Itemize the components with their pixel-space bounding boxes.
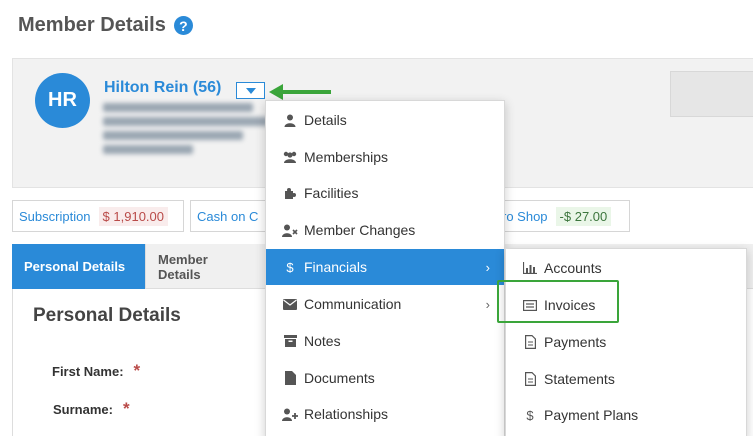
help-icon[interactable]: ? — [173, 16, 193, 35]
submenu-item-label: Payments — [544, 334, 607, 350]
cash-summary[interactable]: Cash on C — [190, 200, 270, 232]
menu-item-details[interactable]: Details — [266, 102, 504, 138]
chevron-right-icon: › — [485, 296, 490, 312]
envelope-icon — [282, 298, 298, 310]
first-name-label-text: First Name: — [52, 364, 124, 379]
bar-chart-icon — [522, 262, 538, 274]
required-marker: * — [122, 399, 130, 418]
file-icon — [282, 371, 298, 385]
menu-item-label: Member Changes — [304, 222, 416, 238]
menu-item-label: Memberships — [304, 149, 389, 165]
menu-item-relationships[interactable]: Relationships — [266, 396, 504, 432]
menu-item-notes[interactable]: Notes — [266, 323, 504, 359]
menu-item-communication[interactable]: Communication › — [266, 286, 504, 322]
submenu-item-payment-plans[interactable]: $ Payment Plans — [506, 397, 746, 433]
annotation-arrow-icon — [269, 84, 331, 100]
member-actions-dropdown-button[interactable] — [236, 82, 265, 99]
dollar-icon: $ — [286, 259, 294, 275]
member-details-page: Member Details ? HR Hilton Rein (56) Sub… — [0, 0, 753, 436]
menu-item-documents[interactable]: Documents — [266, 360, 504, 396]
submenu-item-payments[interactable]: Payments — [506, 324, 746, 360]
menu-item-memberships[interactable]: Memberships — [266, 139, 504, 175]
subscription-amount: $ 1,910.00 — [98, 206, 168, 226]
submenu-item-label: Statements — [544, 371, 615, 387]
redacted-contact-details — [103, 103, 273, 159]
file-text-icon — [522, 335, 538, 349]
user-plus-icon — [282, 408, 298, 421]
user-x-icon — [282, 224, 298, 237]
subscription-label: Subscription — [19, 208, 91, 224]
dollar-icon: $ — [526, 407, 534, 423]
proshop-summary[interactable]: ro Shop -$ 27.00 — [496, 200, 630, 232]
financials-submenu: Accounts Invoices Payments Statements $ … — [505, 248, 747, 436]
menu-item-financials[interactable]: $ Financials › — [266, 249, 504, 285]
menu-item-label: Documents — [304, 370, 375, 386]
page-title-text: Member Details — [18, 14, 166, 36]
surname-label-text: Surname: — [53, 402, 113, 417]
menu-item-label: Details — [304, 112, 347, 128]
archive-icon — [282, 335, 298, 347]
menu-item-label: Financials — [304, 259, 368, 275]
users-icon — [282, 151, 298, 163]
invoices-highlight-annotation — [497, 280, 619, 323]
puzzle-icon — [282, 187, 298, 200]
page-title: Member Details ? — [18, 14, 193, 37]
chevron-right-icon: › — [485, 259, 490, 275]
menu-item-label: Communication — [304, 296, 402, 312]
proshop-label: ro Shop — [502, 208, 548, 224]
member-name[interactable]: Hilton Rein (56) — [104, 79, 221, 97]
avatar: HR — [35, 73, 90, 128]
cash-label: Cash on C — [197, 208, 259, 224]
file-text-icon — [522, 372, 538, 386]
tab-personal-details[interactable]: Personal Details — [12, 244, 146, 289]
menu-item-label: Facilities — [304, 185, 359, 201]
section-title: Personal Details — [33, 305, 181, 326]
subscription-summary[interactable]: Subscription $ 1,910.00 — [12, 200, 184, 232]
tab-member-details[interactable]: Member Details — [146, 244, 266, 289]
user-icon — [282, 114, 298, 127]
submenu-item-label: Accounts — [544, 260, 602, 276]
menu-item-label: Relationships — [304, 406, 389, 422]
member-card-side-panel — [670, 71, 753, 117]
proshop-amount: -$ 27.00 — [555, 206, 612, 226]
menu-item-label: Notes — [304, 333, 341, 349]
first-name-label: First Name: * — [52, 361, 140, 381]
required-marker: * — [133, 361, 141, 380]
menu-item-facilities[interactable]: Facilities — [266, 175, 504, 211]
member-actions-menu: Details Memberships Facilities Member Ch… — [265, 100, 505, 436]
menu-item-member-changes[interactable]: Member Changes — [266, 212, 504, 248]
submenu-item-statements[interactable]: Statements — [506, 361, 746, 397]
submenu-item-label: Payment Plans — [544, 407, 639, 423]
surname-label: Surname: * — [53, 399, 130, 419]
caret-down-icon — [245, 87, 256, 94]
